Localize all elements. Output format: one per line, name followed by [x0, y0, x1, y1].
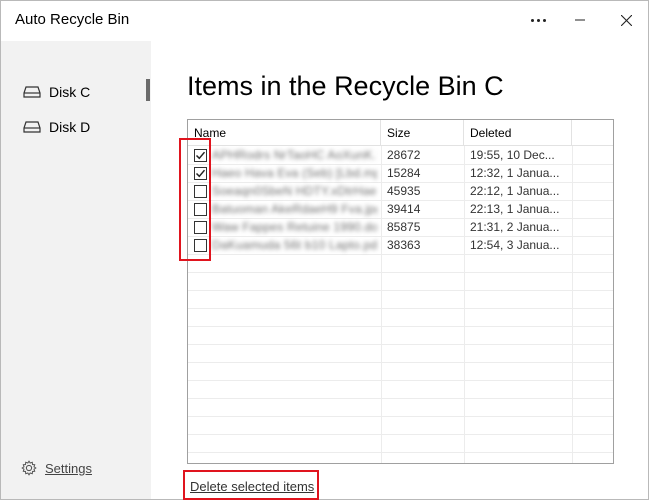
grid-line	[188, 452, 613, 453]
grid-line	[188, 416, 613, 417]
sidebar-item-disk-c[interactable]: Disk C	[1, 78, 151, 106]
grid-line	[188, 290, 613, 291]
title-bar: Auto Recycle Bin	[1, 1, 648, 41]
file-size: 39414	[387, 202, 421, 216]
grid-line	[188, 398, 613, 399]
file-name: APHRodrs NrTaoHC AoXunK.txt	[212, 148, 377, 162]
sidebar: Disk C Disk D Settings	[1, 41, 151, 499]
app-title: Auto Recycle Bin	[15, 11, 130, 28]
gear-icon	[21, 460, 37, 476]
deleted-time: 22:12, 1 Janua...	[470, 184, 560, 198]
settings-link[interactable]: Settings	[21, 460, 92, 476]
table-row[interactable]: APHRodrs NrTaoHC AoXunK.txt 28672 19:55,…	[188, 146, 613, 164]
grid-line	[188, 326, 613, 327]
file-size: 15284	[387, 166, 421, 180]
selected-indicator	[146, 79, 150, 101]
table-row[interactable]: Waw Fappes Retuine 1990.doc 85875 21:31,…	[188, 218, 613, 236]
column-header-deleted[interactable]: Deleted	[464, 120, 572, 146]
file-size: 28672	[387, 148, 421, 162]
close-icon	[620, 14, 632, 26]
file-name: DaKuamuda 56t b10 Lapto.pdf	[212, 238, 377, 252]
file-name: Batuoman AkeRdaeH9 Fva.jpg	[212, 202, 377, 216]
sidebar-item-disk-d[interactable]: Disk D	[1, 113, 151, 141]
grid-line	[188, 434, 613, 435]
deleted-time: 19:55, 10 Dec...	[470, 148, 555, 162]
column-header-size[interactable]: Size	[381, 120, 464, 146]
grid-line	[188, 272, 613, 273]
file-name: Soeaqn0SbeN HDTY.xDtrHaed	[212, 184, 377, 198]
grid-line	[188, 380, 613, 381]
table-header: Name Size Deleted	[188, 120, 613, 146]
drive-icon	[23, 86, 41, 98]
more-options-button[interactable]	[515, 1, 561, 39]
file-name: Haeo Hava Eva (Seb) [Lbd.mp4	[212, 166, 377, 180]
sidebar-item-label: Disk D	[49, 119, 91, 135]
file-size: 85875	[387, 220, 421, 234]
sidebar-item-label: Disk C	[49, 84, 91, 100]
file-size: 45935	[387, 184, 421, 198]
more-dots-icon	[529, 18, 547, 22]
deleted-time: 21:31, 2 Janua...	[470, 220, 560, 234]
grid-line	[188, 308, 613, 309]
deleted-time: 12:32, 1 Janua...	[470, 166, 560, 180]
minimize-icon	[575, 19, 585, 21]
file-name: Waw Fappes Retuine 1990.doc	[212, 220, 377, 234]
table-row[interactable]: Haeo Hava Eva (Seb) [Lbd.mp4 15284 12:32…	[188, 164, 613, 182]
delete-highlight-box	[183, 470, 319, 500]
file-size: 38363	[387, 238, 421, 252]
table-row[interactable]: Batuoman AkeRdaeH9 Fva.jpg 39414 22:13, …	[188, 200, 613, 218]
table-row[interactable]: Soeaqn0SbeN HDTY.xDtrHaed 45935 22:12, 1…	[188, 182, 613, 200]
checkbox-highlight-box	[179, 138, 211, 261]
close-button[interactable]	[603, 1, 649, 39]
table-row[interactable]: DaKuamuda 56t b10 Lapto.pdf 38363 12:54,…	[188, 236, 613, 254]
drive-icon	[23, 121, 41, 133]
grid-line	[188, 254, 613, 255]
page-title: Items in the Recycle Bin C	[187, 71, 504, 101]
settings-label: Settings	[45, 460, 92, 476]
app-window: Auto Recycle Bin Disk C Disk D Settings …	[0, 0, 649, 500]
column-header-name[interactable]: Name	[188, 120, 381, 146]
recycle-bin-table: Name Size Deleted APHRodrs NrTaoHC AoXun…	[187, 119, 614, 464]
minimize-button[interactable]	[557, 1, 603, 39]
grid-line	[188, 344, 613, 345]
grid-line	[188, 362, 613, 363]
deleted-time: 22:13, 1 Janua...	[470, 202, 560, 216]
deleted-time: 12:54, 3 Janua...	[470, 238, 560, 252]
